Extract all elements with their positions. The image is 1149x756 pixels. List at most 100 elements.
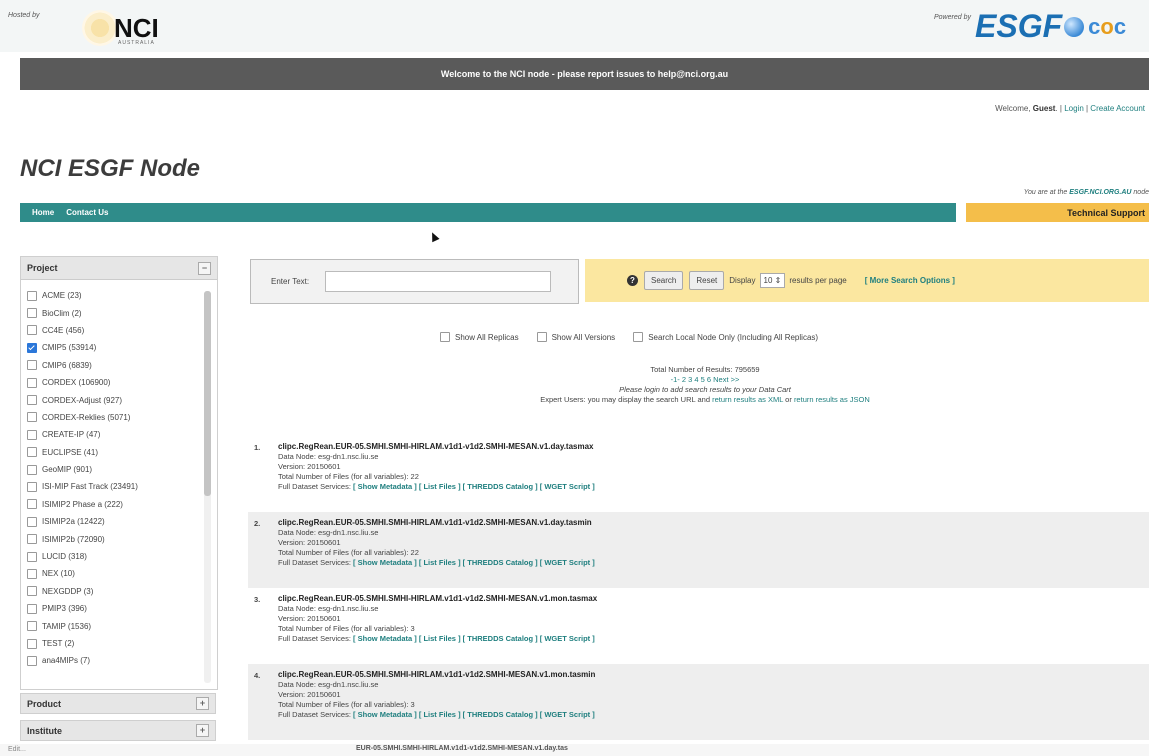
facet-checkbox[interactable] [27,464,37,475]
facet-checkbox[interactable] [27,290,37,301]
facet-item[interactable]: ana4MIPs (7) [21,652,203,669]
facet-item-label: CORDEX (106900) [42,378,111,388]
search-label: Enter Text: [271,277,310,286]
facet-checkbox[interactable] [27,499,37,510]
filter-checkbox[interactable] [633,332,644,342]
wget-script-link[interactable]: [ WGET Script ] [540,634,595,643]
facet-checkbox[interactable] [27,360,37,371]
facet-checkbox[interactable] [27,429,37,440]
result-file-count: Total Number of Files (for all variables… [278,624,415,633]
facet-item[interactable]: CREATE-IP (47) [21,426,203,443]
facet-item[interactable]: PMIP3 (396) [21,600,203,617]
facet-item[interactable]: CMIP6 (6839) [21,357,203,374]
facet-checkbox[interactable] [27,603,37,614]
facet-item[interactable]: NEXGDDP (3) [21,583,203,600]
more-search-options-link[interactable]: [ More Search Options ] [865,276,955,285]
show-metadata-link[interactable]: [ Show Metadata ] [353,558,417,567]
facet-item[interactable]: ISIMIP2b (72090) [21,530,203,547]
facet-checkbox[interactable] [27,534,37,545]
facet-item[interactable]: ISIMIP2a (12422) [21,513,203,530]
list-files-link[interactable]: [ List Files ] [419,634,461,643]
pagination[interactable]: -1- 2 3 4 5 6 Next >> [671,375,740,384]
list-files-link[interactable]: [ List Files ] [419,558,461,567]
cog-logo-icon: coc [1088,13,1127,39]
facet-checkbox[interactable] [27,447,37,458]
facet-item[interactable]: CC4E (456) [21,322,203,339]
nav-home[interactable]: Home [32,208,54,217]
filter-checkbox[interactable] [536,332,547,342]
facet-item[interactable]: ACME (23) [21,287,203,304]
facet-scrollbar[interactable] [204,291,211,683]
create-account-link[interactable]: Create Account [1090,104,1145,113]
collapse-icon[interactable]: − [198,261,211,275]
facet-item[interactable]: NEX (10) [21,565,203,582]
list-files-link[interactable]: [ List Files ] [419,710,461,719]
technical-support-link[interactable]: Technical Support [966,203,1149,222]
show-metadata-link[interactable]: [ Show Metadata ] [353,634,417,643]
facet-checkbox[interactable] [27,516,37,527]
facet-item[interactable]: LUCID (318) [21,548,203,565]
expand-icon[interactable]: + [196,697,209,710]
facet-checkbox[interactable] [27,325,37,336]
mouse-cursor-icon [428,230,440,243]
reset-button[interactable]: Reset [689,271,725,290]
help-icon[interactable]: ? [627,275,638,286]
facet-checkbox[interactable] [27,412,37,423]
project-facet: Project − ACME (23) BioClim (2) CC4E (456)… [20,256,218,690]
facet-checkbox[interactable] [27,655,37,666]
facet-item[interactable]: GeoMIP (901) [21,461,203,478]
expand-icon[interactable]: + [196,724,209,737]
thredds-catalog-link[interactable]: [ THREDDS Catalog ] [463,634,538,643]
wget-script-link[interactable]: [ WGET Script ] [540,482,595,491]
wget-script-link[interactable]: [ WGET Script ] [540,710,595,719]
thredds-catalog-link[interactable]: [ THREDDS Catalog ] [463,710,538,719]
show-metadata-link[interactable]: [ Show Metadata ] [353,482,417,491]
thredds-catalog-link[interactable]: [ THREDDS Catalog ] [463,558,538,567]
facet-item-label: CMIP5 (53914) [42,343,97,353]
facet-checkbox[interactable] [27,621,37,632]
facet-item[interactable]: CMIP5 (53914) [21,339,203,356]
search-button[interactable]: Search [644,271,684,290]
facet-checkbox[interactable] [27,377,37,388]
facet-checkbox[interactable] [27,342,37,353]
facet-checkbox[interactable] [27,308,37,319]
node-link[interactable]: ESGF.NCI.ORG.AU [1069,189,1131,196]
facet-item[interactable]: TAMIP (1536) [21,617,203,634]
facet-checkbox[interactable] [27,551,37,562]
facet-item[interactable]: BioClim (2) [21,304,203,321]
show-metadata-link[interactable]: [ Show Metadata ] [353,710,417,719]
list-files-link[interactable]: [ List Files ] [419,482,461,491]
facet-item[interactable]: ISI-MIP Fast Track (23491) [21,478,203,495]
facet-item[interactable]: CORDEX-Reklies (5071) [21,409,203,426]
filter-option[interactable]: Search Local Node Only (Including All Re… [633,332,818,342]
filter-option[interactable]: Show All Replicas [440,332,519,342]
institute-facet-header[interactable]: Institute + [20,720,216,741]
result-number: 1. [254,443,261,452]
facet-item[interactable]: EUCLIPSE (41) [21,444,203,461]
facet-checkbox[interactable] [27,395,37,406]
facet-item[interactable]: ISIMIP2 Phase a (222) [21,496,203,513]
return-xml-link[interactable]: return results as XML [712,395,783,404]
facet-scrollbar-thumb[interactable] [204,291,211,496]
nci-sunburst-icon [82,10,118,46]
facet-item[interactable]: TEST (2) [21,635,203,652]
login-link[interactable]: Login [1064,104,1084,113]
search-input[interactable] [325,271,552,292]
nav-contact-us[interactable]: Contact Us [66,208,108,217]
wget-script-link[interactable]: [ WGET Script ] [540,558,595,567]
esgf-logo[interactable]: ESGF coc [975,8,1126,45]
facet-item-label: ACME (23) [42,291,82,301]
product-facet-header[interactable]: Product + [20,693,216,714]
facet-checkbox[interactable] [27,586,37,597]
facet-item[interactable]: CORDEX (106900) [21,374,203,391]
facet-item[interactable]: CORDEX-Adjust (927) [21,391,203,408]
facet-checkbox[interactable] [27,638,37,649]
facet-checkbox[interactable] [27,481,37,492]
filter-checkbox[interactable] [440,332,450,342]
project-facet-header[interactable]: Project − [21,257,217,280]
facet-checkbox[interactable] [27,568,37,579]
filter-option[interactable]: Show All Versions [536,332,615,342]
thredds-catalog-link[interactable]: [ THREDDS Catalog ] [463,482,538,491]
return-json-link[interactable]: return results as JSON [794,395,870,404]
results-per-page-select[interactable]: 10 ⇕ [759,273,786,288]
